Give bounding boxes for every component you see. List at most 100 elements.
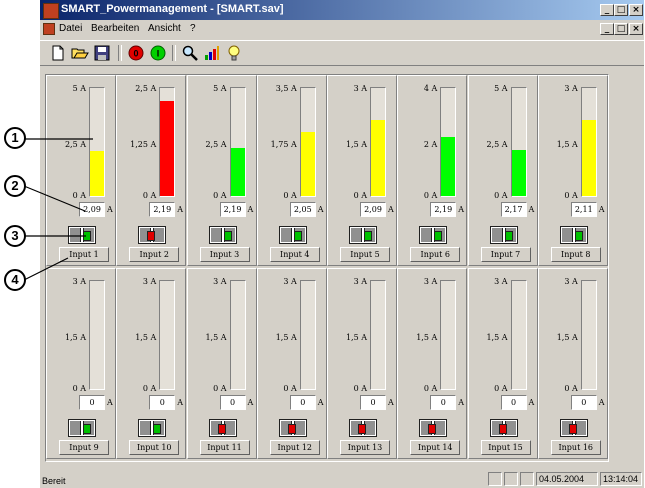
power-switch[interactable] [349,419,377,437]
menu-bar: Datei Bearbeiten Ansicht ? _ □ × [40,20,644,38]
power-switch[interactable] [138,226,167,244]
power-switch[interactable] [278,226,307,244]
close-button[interactable]: × [629,4,643,16]
menu-bearbeiten[interactable]: Bearbeiten [91,23,139,34]
doc-restore-button[interactable]: □ [614,23,628,35]
scale-mid-label: 2,5 A [205,140,227,149]
current-unit: A [458,205,465,214]
svg-text:0: 0 [133,49,138,59]
input-label[interactable]: Input 9 [59,440,109,455]
switch-on-indicator-icon [504,231,513,241]
title-bar: SMART_Powermanagement - [SMART.sav] _ □ … [40,0,644,20]
status-panel [504,472,518,486]
toolbar: 0 I [40,40,644,66]
switch-on-indicator-icon [293,231,302,241]
minimize-button[interactable]: _ [600,4,614,16]
menu-ansicht[interactable]: Ansicht [148,23,181,34]
current-meter [580,280,597,390]
zoom-icon [182,45,198,61]
input-label[interactable]: Input 15 [480,440,531,455]
power-switch[interactable] [419,419,448,437]
scale-max-label: 5 A [213,84,227,93]
switch-left-panel [140,421,152,435]
current-unit: A [388,398,394,407]
scale-mid-label: 1,5 A [486,333,508,342]
current-unit: A [107,205,113,214]
switch-off-indicator-icon [428,424,437,434]
switch-on-indicator-icon [364,231,372,241]
power-switch[interactable] [138,419,167,437]
open-button[interactable] [70,44,90,62]
input-label[interactable]: Input 5 [340,247,390,262]
scale-min-label: 0 A [283,191,297,200]
input-label[interactable]: Input 10 [129,440,180,455]
current-unit: A [107,398,113,407]
power-switch[interactable] [68,419,96,437]
new-file-button[interactable] [48,44,68,62]
input-label[interactable]: Input 2 [129,247,180,262]
scale-mid-label: 1,5 A [345,333,367,342]
zoom-button[interactable] [180,44,200,62]
scale-mid-label: 1,5 A [345,140,367,149]
current-unit: A [317,398,324,407]
current-value: 0 [360,395,386,410]
svg-text:I: I [157,49,160,59]
input-cell: 3 A 1,5 A 0 A 0 A Input 16 [537,268,608,459]
input-label[interactable]: Input 8 [550,247,601,262]
input-label[interactable]: Input 13 [340,440,390,455]
current-meter [510,87,527,197]
maximize-button[interactable]: □ [614,4,628,16]
app-icon [43,3,59,19]
power-switch[interactable] [68,226,96,244]
save-button[interactable] [92,44,112,62]
input-label[interactable]: Input 11 [199,440,250,455]
input-label[interactable]: Input 7 [480,247,531,262]
status-panel [520,472,534,486]
input-label[interactable]: Input 4 [269,247,320,262]
input-cell: 5 A 2,5 A 0 A 2,19 A Input 3 [186,75,257,266]
scale-max-label: 3,5 A [275,84,297,93]
current-meter [229,87,246,197]
power-switch[interactable] [489,226,518,244]
power-switch[interactable] [278,419,307,437]
lightbulb-button[interactable] [224,44,244,62]
input-cell: 2,5 A 1,25 A 0 A 2,19 A Input 2 [116,75,187,266]
switch-left-panel [421,228,433,242]
input-label[interactable]: Input 12 [269,440,320,455]
scale-min-label: 0 A [142,191,157,200]
menu-datei[interactable]: Datei [59,23,82,34]
input-cell: 5 A 2,5 A 0 A 2,17 A Input 7 [467,75,538,266]
scale-max-label: 3 A [564,84,578,93]
power-switch[interactable] [559,226,588,244]
current-unit: A [177,205,184,214]
scale-max-label: 2,5 A [135,84,157,93]
scale-max-label: 4 A [423,84,438,93]
switch-on-indicator-icon [574,231,583,241]
current-meter-fill [441,137,456,196]
switch-left-panel [70,228,81,242]
chart-button[interactable] [202,44,222,62]
input-label[interactable]: Input 1 [59,247,109,262]
power-switch[interactable] [349,226,377,244]
power-switch[interactable] [489,419,518,437]
all-on-button[interactable]: I [148,44,168,62]
power-switch[interactable] [419,226,448,244]
all-off-button[interactable]: 0 [126,44,146,62]
power-switch[interactable] [208,419,237,437]
document-icon[interactable] [43,23,55,35]
switch-off-indicator-icon [498,424,507,434]
menu-help[interactable]: ? [190,23,196,34]
power-switch[interactable] [208,226,237,244]
doc-minimize-button[interactable]: _ [600,23,614,35]
doc-close-button[interactable]: × [629,23,643,35]
scale-min-label: 0 A [423,384,438,393]
input-label[interactable]: Input 14 [410,440,461,455]
input-label[interactable]: Input 3 [199,247,250,262]
switch-on-indicator-icon [83,424,91,434]
power-switch[interactable] [559,419,588,437]
switch-on-indicator-icon [83,231,91,241]
toolbar-separator [172,45,176,61]
input-label[interactable]: Input 16 [550,440,601,455]
status-time: 13:14:04 [600,472,642,486]
input-label[interactable]: Input 6 [410,247,461,262]
